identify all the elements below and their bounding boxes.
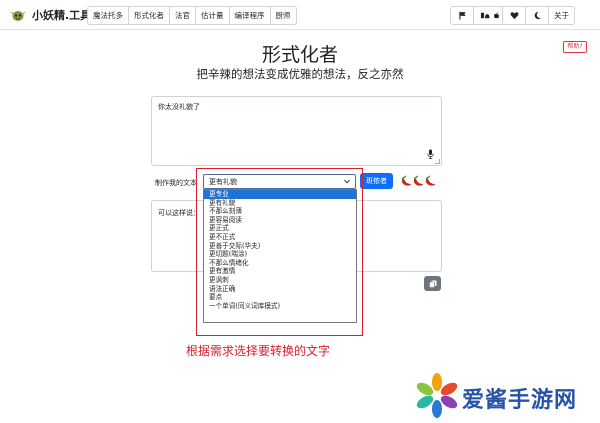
make-text-label: 制作我的文本 [155,179,197,187]
about-button[interactable]: 关于 [548,6,575,25]
heart-icon [510,12,518,20]
result-text-value: 可以这样说： [158,209,200,217]
transform-button[interactable]: 斑侬者 [360,173,393,189]
devices-icon [480,12,489,19]
pinwheel-logo-icon [416,373,458,418]
annotation-highlight-box [196,168,363,336]
resize-handle[interactable] [435,159,440,164]
nav-chef[interactable]: 厨师 [269,6,297,25]
page-title: 形式化者 [261,44,338,66]
watermark-text: 爱酱手游网 [462,388,578,413]
copy-icon [428,280,436,288]
moon-icon [534,11,541,20]
nav-compiler[interactable]: 编译程序 [228,6,271,25]
nav-estimator[interactable]: 估计量 [195,6,230,25]
spice-level-selector[interactable] [400,175,436,187]
copy-button[interactable] [424,276,441,291]
favorite-button[interactable] [502,6,526,25]
brand[interactable]: 小妖精.工具 [10,6,91,24]
brand-name: 小妖精.工具 [32,9,92,22]
nav-judge[interactable]: 法官 [169,6,196,25]
flag-icon [458,11,466,20]
chili-pepper-icon[interactable] [412,175,424,187]
top-navbar: 小妖精.工具 魔法托多 形式化者 法官 估计量 编译程序 厨师 关于 [0,0,600,30]
goblin-logo-icon [10,11,26,21]
chili-pepper-icon[interactable] [424,175,436,187]
utility-toolbar: 关于 [450,6,575,25]
source-text-input[interactable]: 你太没礼貌了 [151,96,442,166]
chili-pepper-icon[interactable] [400,175,412,187]
tool-nav: 魔法托多 形式化者 法官 估计量 编译程序 厨师 [87,6,297,25]
apple-icon [493,12,499,19]
flag-button[interactable] [450,6,474,25]
source-text-value: 你太没礼貌了 [158,103,200,111]
microphone-icon[interactable] [427,149,434,159]
dark-mode-button[interactable] [525,6,549,25]
annotation-caption: 根据需求选择要转换的文字 [186,344,331,358]
platform-button[interactable] [473,6,503,25]
nav-magic-todo[interactable]: 魔法托多 [87,6,129,25]
nav-formalizer[interactable]: 形式化者 [128,6,170,25]
page-subtitle: 把辛辣的想法变成优雅的想法，反之亦然 [196,67,404,81]
